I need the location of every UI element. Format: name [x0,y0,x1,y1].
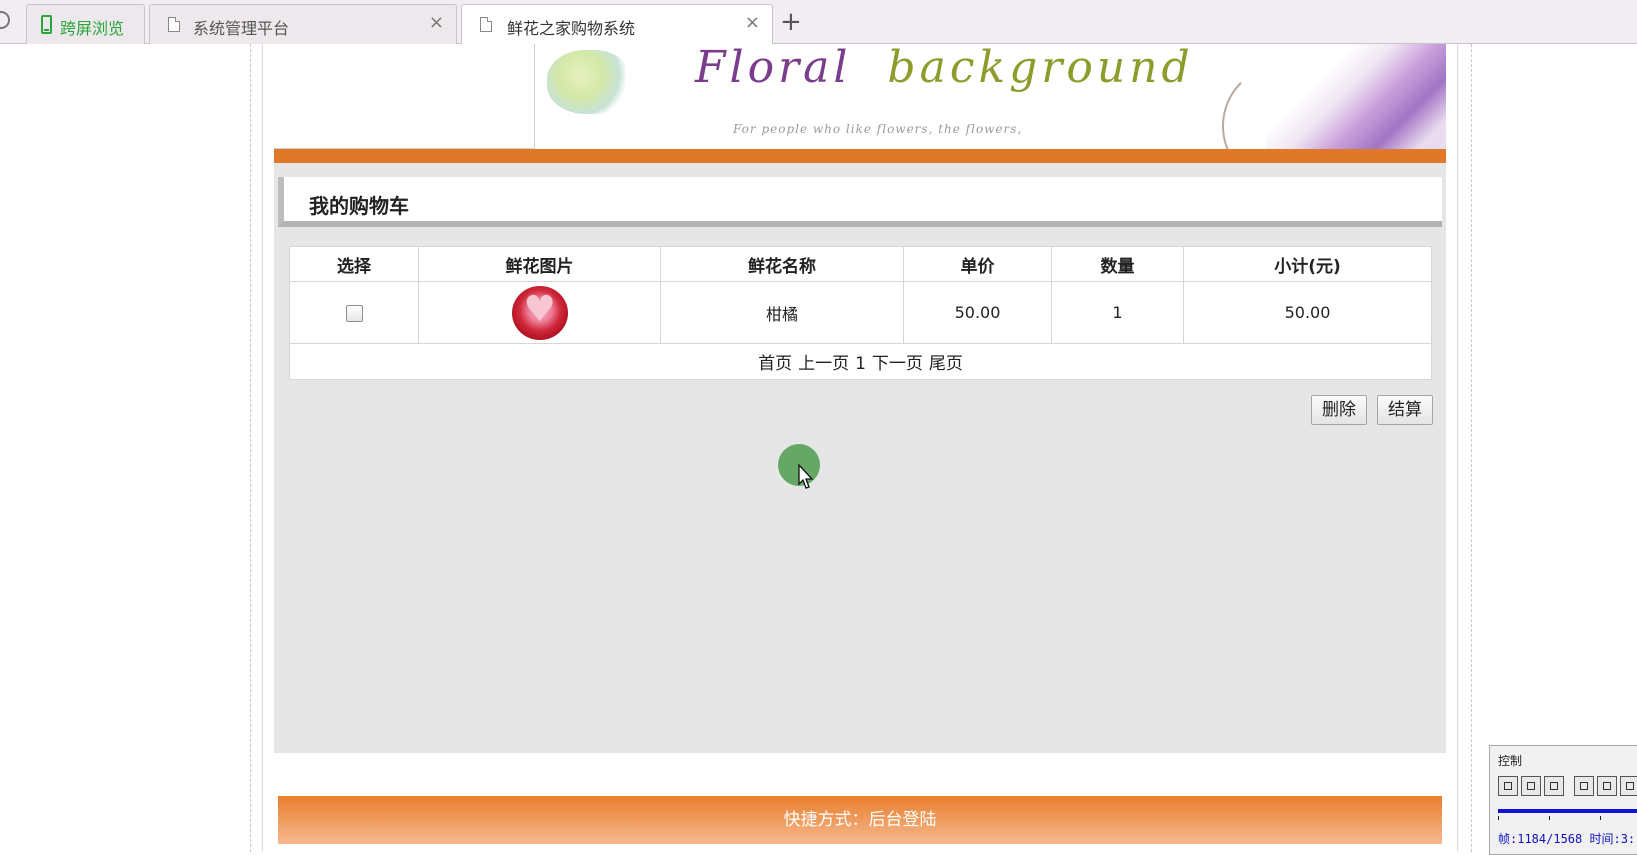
delete-button[interactable]: 删除 [1311,395,1367,425]
pager-first-link[interactable]: 首页 [758,354,792,374]
cart-table: 选择 鲜花图片 鲜花名称 单价 数量 小计(元) 柑橘 50.00 1 50.0… [289,246,1432,380]
column-header: 鲜花图片 [418,246,661,282]
quantity: 1 [1051,281,1184,344]
control-button-icon[interactable] [1521,776,1541,796]
pager-last-link[interactable]: 尾页 [929,354,963,374]
banner-stripe [274,149,1446,163]
flower-image [511,285,568,340]
unit-price: 50.00 [903,281,1052,344]
checkout-button[interactable]: 结算 [1377,395,1433,425]
banner-title: Floral background [695,44,1194,93]
control-button-icon[interactable] [1620,776,1637,796]
mouse-cursor-icon [798,464,814,489]
select-cell [289,281,419,344]
main-content: 我的购物车 选择 鲜花图片 鲜花名称 单价 数量 小计(元) 柑橘 50.00 … [274,163,1446,753]
pager-row: 首页 上一页 1 下一页 尾页 [289,343,1432,380]
table-header-row: 选择 鲜花图片 鲜花名称 单价 数量 小计(元) [289,246,1432,282]
pager-current-page: 1 [855,354,866,374]
progress-tick [1498,816,1499,820]
tab-label: 系统管理平台 [193,19,290,38]
frame-divider [1457,44,1458,852]
tab-cross-screen[interactable]: 跨屏浏览 [26,4,145,44]
tab-label: 跨屏浏览 [60,19,125,38]
column-header: 选择 [289,246,419,282]
tab-flower-shop[interactable]: 鲜花之家购物系统 × [461,4,773,45]
tab-system-admin[interactable]: 系统管理平台 × [149,4,457,44]
image-cell [418,281,661,344]
column-header: 鲜花名称 [660,246,904,282]
playback-status: 帧:1184/1568 时间:3: [1498,832,1636,846]
refresh-icon[interactable] [0,11,10,29]
logo-area [274,44,535,149]
flower-name: 柑橘 [660,281,904,344]
pager-next-link[interactable]: 下一页 [872,354,923,374]
pager: 首页 上一页 1 下一页 尾页 [289,343,1432,380]
footer-bar: 快捷方式：后台登陆 [278,796,1442,844]
subtotal: 50.00 [1183,281,1432,344]
lavender-image [1266,44,1446,149]
page-title: 我的购物车 [309,194,409,218]
column-header: 小计(元) [1183,246,1432,282]
frame-divider [262,44,263,852]
banner-image: Floral background For people who like fl… [535,44,1446,149]
table-row: 柑橘 50.00 1 50.00 [289,281,1432,344]
progress-tick [1600,816,1601,820]
control-button-icon[interactable] [1498,776,1518,796]
close-icon[interactable]: × [745,13,760,33]
new-tab-button[interactable]: + [780,8,802,36]
control-button-icon[interactable] [1544,776,1564,796]
footer-shortcut-link[interactable]: 快捷方式：后台登陆 [784,810,937,830]
watercolor-blob [547,50,632,114]
column-header: 单价 [903,246,1052,282]
document-icon [480,17,492,32]
playback-control-panel: 控制 帧:1184/1568 时间:3: [1489,745,1637,855]
banner-subtitle: For people who like flowers, the flowers… [733,122,1023,136]
playback-progress-bar[interactable] [1498,809,1637,813]
frame-divider [1471,44,1472,852]
progress-tick [1549,816,1550,820]
frame-divider [250,44,251,852]
select-checkbox[interactable] [345,305,363,322]
section-header: 我的购物车 [278,177,1442,227]
control-button-icon[interactable] [1597,776,1617,796]
browser-tab-bar: 跨屏浏览 系统管理平台 × 鲜花之家购物系统 × + [0,0,1637,45]
control-title: 控制 [1498,754,1523,768]
close-icon[interactable]: × [429,13,444,33]
document-icon [168,17,180,32]
pager-prev-link[interactable]: 上一页 [798,354,849,374]
tab-label: 鲜花之家购物系统 [507,19,636,38]
column-header: 数量 [1051,246,1184,282]
control-button-icon[interactable] [1574,776,1594,796]
phone-icon [41,15,52,34]
